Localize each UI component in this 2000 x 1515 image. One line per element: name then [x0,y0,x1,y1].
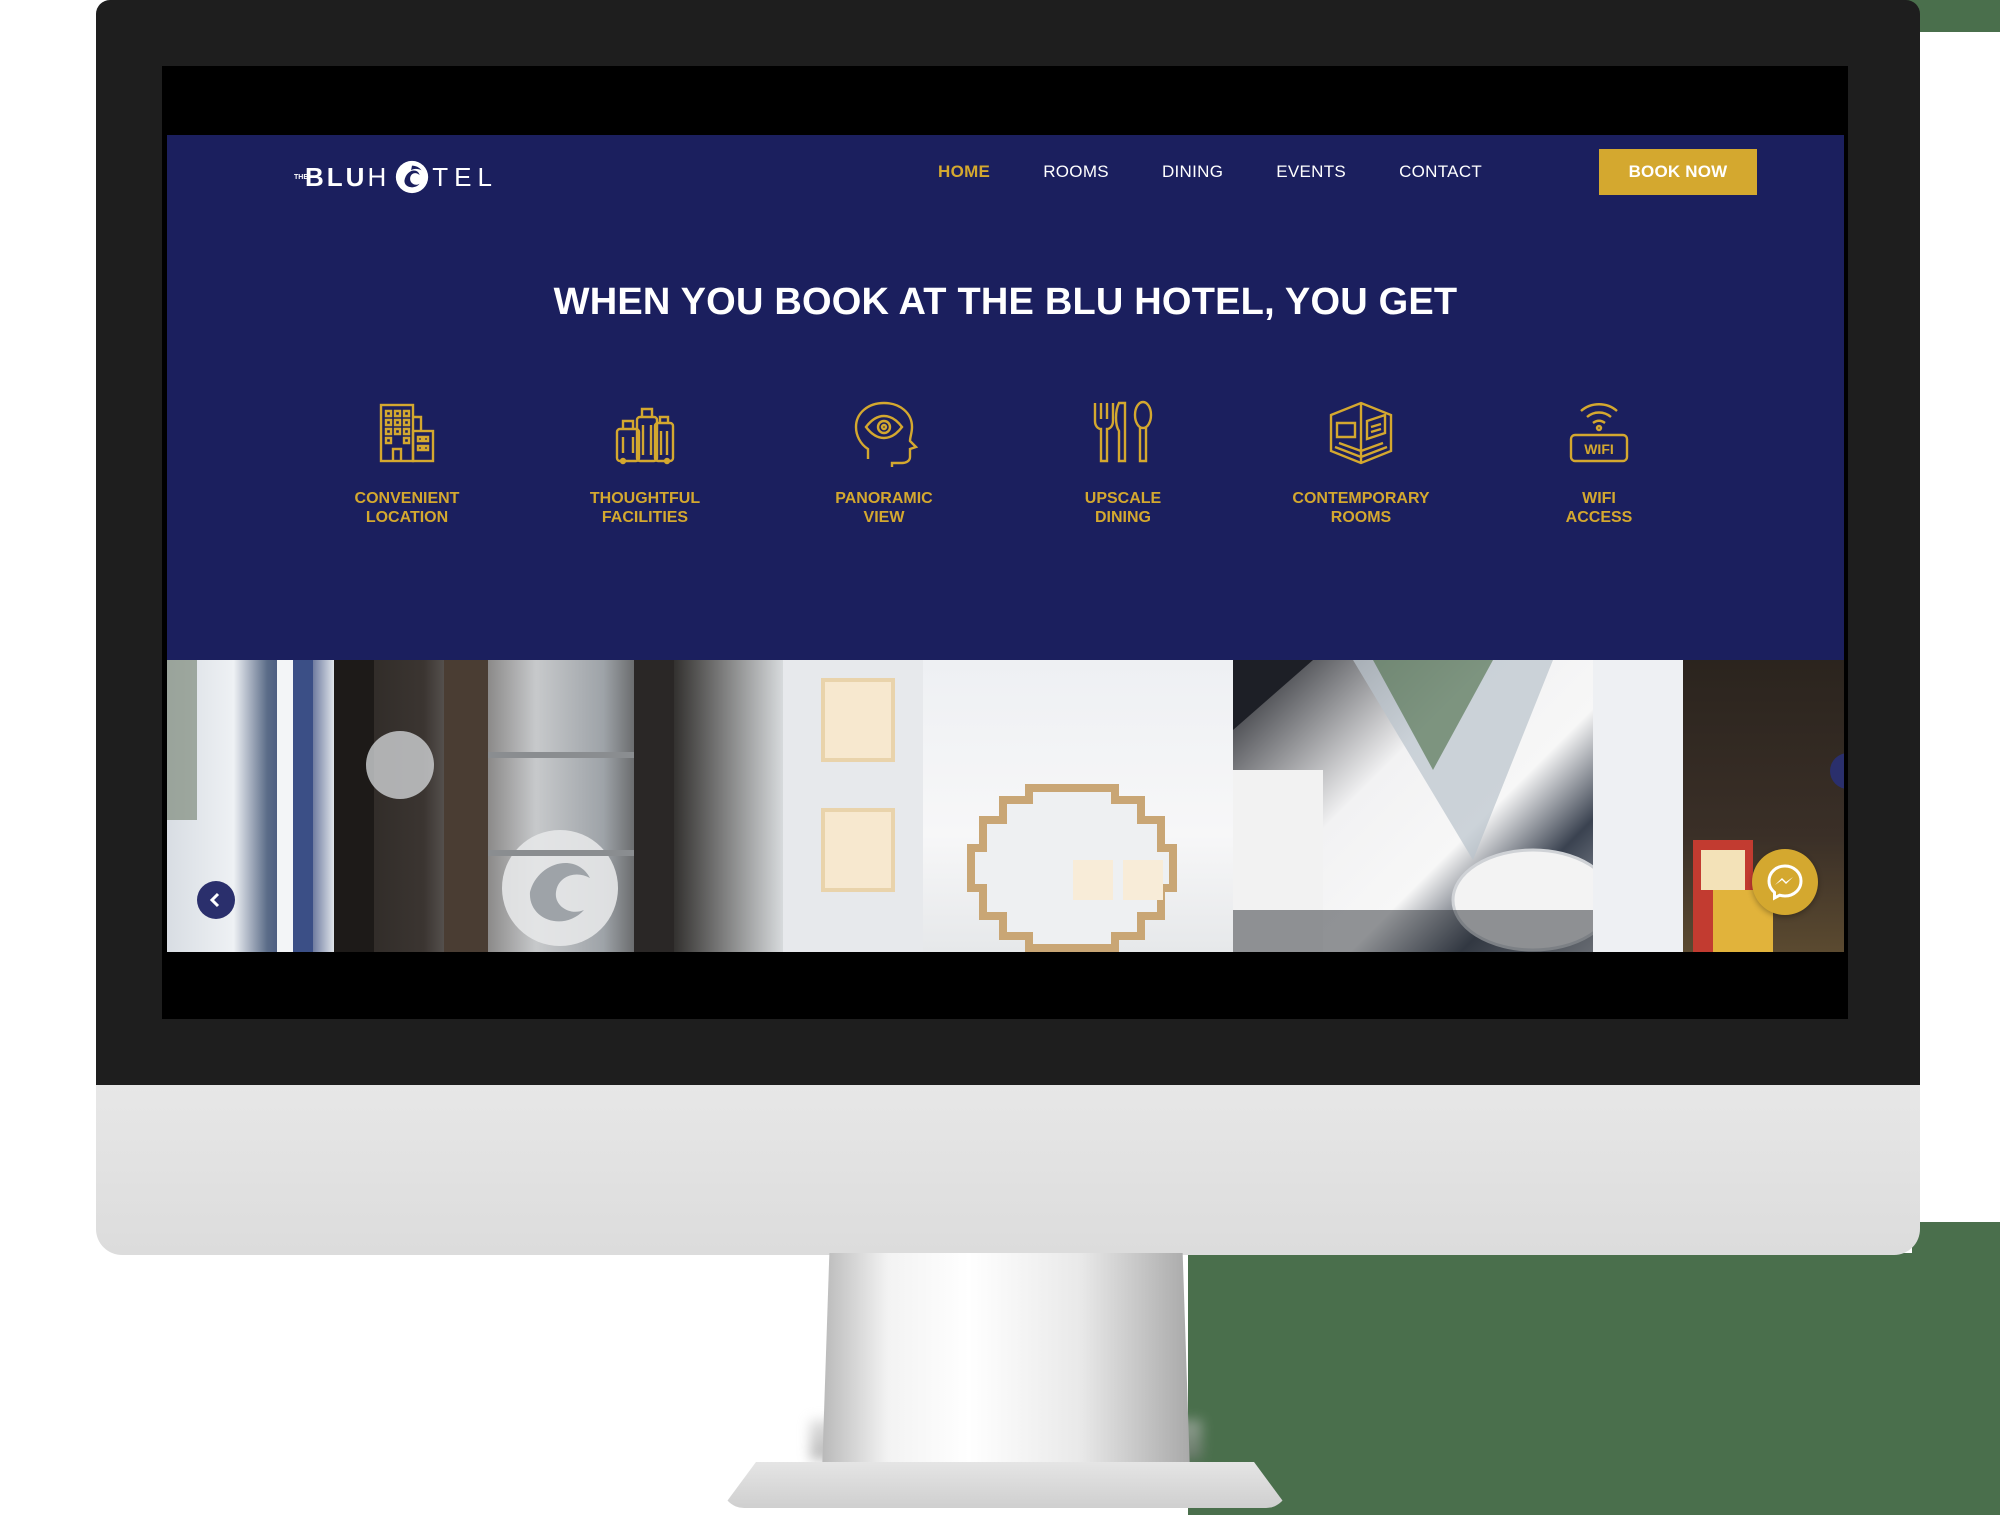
nav-dining[interactable]: DINING [1162,162,1223,182]
feature-label: THOUGHTFUL FACILITIES [589,490,701,526]
gallery-photo [167,660,334,952]
photo-gallery[interactable] [167,660,1844,952]
feature-label: CONVENIENT LOCATION [354,490,460,526]
backdrop-strip [1188,1253,1918,1515]
chevron-left-icon [209,892,220,908]
feature-item: CONTEMPORARY ROOMS [1261,397,1461,527]
nav-rooms[interactable]: ROOMS [1043,162,1109,182]
mirror-photo-detail [783,660,1177,952]
feature-label: PANORAMIC VIEW [835,490,933,526]
room-icon [1329,401,1393,465]
nav-contact[interactable]: CONTACT [1399,162,1482,182]
feature-item: CONVENIENT LOCATION [307,397,507,527]
logo-blu-text: BLU [305,161,368,192]
monitor-screen: THE BLU H TEL HOME ROOMS DINING EVENTS C… [162,66,1848,1019]
messenger-icon [1767,864,1803,901]
messenger-chat-button[interactable] [1752,849,1818,915]
gallery-prev-button[interactable] [197,881,235,919]
luggage-icon [615,407,675,465]
backdrop-strip [1912,1222,2000,1515]
amenities-photo-detail [1693,840,1773,952]
site-logo[interactable]: THE BLU H TEL [294,153,498,201]
feature-item: UPSCALE DINING [1023,397,1223,527]
monitor-foot [722,1462,1288,1508]
feature-label: CONTEMPORARY ROOMS [1292,490,1430,526]
logo-h-text: H [367,161,393,192]
gallery-photo [1233,660,1683,952]
lounge-photo-detail [1233,660,1683,952]
glass-door-photo-detail [334,660,674,952]
monitor-chin [96,1085,1920,1255]
book-now-button[interactable]: BOOK NOW [1599,149,1757,195]
feature-item: PANORAMIC VIEW [784,397,984,527]
nav-home[interactable]: HOME [938,162,990,182]
feature-label: WIFI ACCESS [1565,490,1633,526]
gallery-photo [334,660,783,952]
main-nav: HOME ROOMS DINING EVENTS CONTACT [938,149,1535,195]
window-photo-detail [167,660,313,952]
gallery-photo [783,660,1233,952]
building-icon [379,403,435,463]
feature-label: UPSCALE DINING [1084,490,1162,526]
feature-item: THOUGHTFUL FACILITIES [545,397,745,527]
logo-tel-text: TEL [432,161,498,192]
nav-events[interactable]: EVENTS [1276,162,1346,182]
eye-head-icon [854,401,919,467]
logo-the-text: THE [294,173,308,181]
wifi-icon: WIFI [1569,403,1629,463]
section-headline: WHEN YOU BOOK AT THE BLU HOTEL, YOU GET [553,281,1458,323]
feature-item: WIFI WIFI ACCESS [1499,397,1699,527]
monitor-stand [822,1253,1190,1473]
website-page: THE BLU H TEL HOME ROOMS DINING EVENTS C… [167,135,1844,952]
cutlery-icon [1093,400,1153,463]
feature-list: CONVENIENT LOCATION THOUGHTFUL FACILITIE… [279,397,1717,537]
wifi-icon-text: WIFI [1584,441,1614,457]
gallery-photo [1683,660,1844,952]
logo-swirl-icon [396,160,429,194]
